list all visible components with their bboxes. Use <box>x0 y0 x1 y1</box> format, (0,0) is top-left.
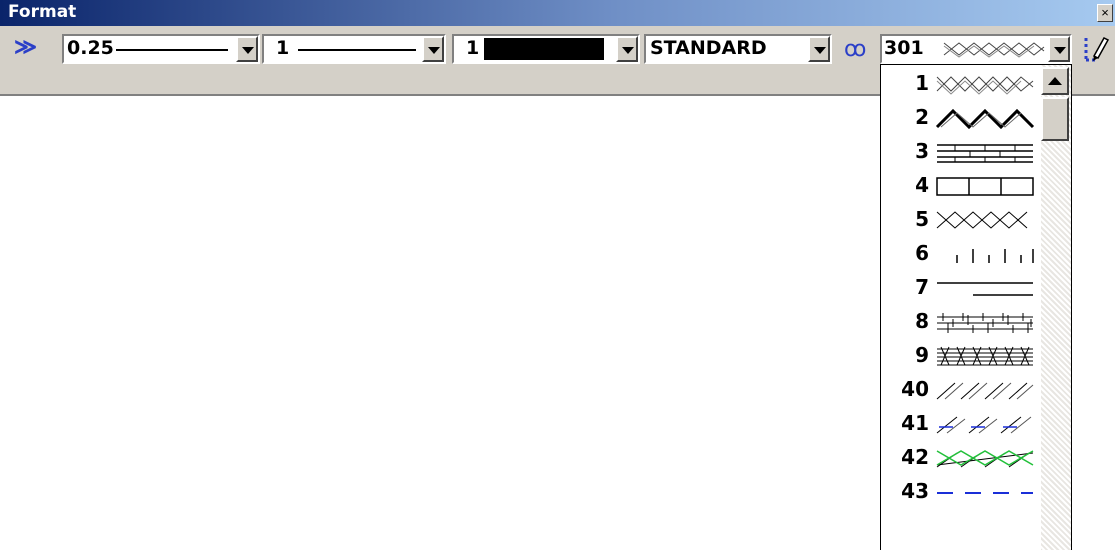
list-item-40[interactable]: 40 <box>881 373 1041 407</box>
list-item-6[interactable]: 6 <box>881 237 1041 271</box>
ticks-pattern-icon <box>956 249 1034 263</box>
color-combo[interactable]: 1 <box>452 34 640 64</box>
solid-line-icon <box>298 49 416 51</box>
zigzag-cross-icon <box>943 42 1045 58</box>
line-weight-dropdown-button[interactable] <box>236 36 258 62</box>
list-item-9[interactable]: 9 <box>881 339 1041 373</box>
line-style-dropdown-button[interactable] <box>422 36 444 62</box>
diagonals-blue-ticks-pattern-icon <box>936 416 1032 434</box>
expand-more-icon[interactable]: ≫ <box>14 34 37 60</box>
list-item-label: 43 <box>901 479 929 503</box>
list-item-7[interactable]: 7 <box>881 271 1041 305</box>
hatch-pattern-value: 301 <box>884 37 924 59</box>
boxes-pattern-icon <box>936 177 1034 196</box>
line-style-value: 1 <box>276 37 290 59</box>
list-item-5[interactable]: 5 <box>881 203 1041 237</box>
cross-hatch-pattern-icon <box>936 76 1034 95</box>
list-item-label: 5 <box>915 207 929 231</box>
list-item-label: 8 <box>915 309 929 333</box>
hatch-pattern-dropdown-button[interactable] <box>1048 36 1070 62</box>
blue-dashes-pattern-icon <box>937 492 1033 494</box>
dropdown-scrollbar[interactable] <box>1041 65 1071 550</box>
list-item-label: 42 <box>901 445 929 469</box>
list-item-label: 3 <box>915 139 929 163</box>
weave-fine-pattern-icon <box>937 313 1033 333</box>
scroll-thumb[interactable] <box>1041 97 1069 141</box>
list-item-label: 41 <box>901 411 929 435</box>
list-item-label: 6 <box>915 241 929 265</box>
list-item-label: 2 <box>915 105 929 129</box>
list-item-41[interactable]: 41 <box>881 407 1041 441</box>
list-item-42[interactable]: 42 <box>881 441 1041 475</box>
list-item-3[interactable]: 3 <box>881 135 1041 169</box>
line-weight-value: 0.25 <box>67 37 114 59</box>
text-style-combo[interactable]: STANDARD <box>644 34 832 64</box>
list-item-8[interactable]: 8 <box>881 305 1041 339</box>
line-weight-combo[interactable]: 0.25 <box>62 34 260 64</box>
diagonals-green-x-pattern-icon <box>936 450 1034 468</box>
list-item-2[interactable]: 2 <box>881 101 1041 135</box>
window-title: Format <box>8 2 77 22</box>
diamond-x-pattern-icon <box>936 211 1028 229</box>
list-item-label: 7 <box>915 275 929 299</box>
text-style-value: STANDARD <box>650 37 767 59</box>
weave-dense-pattern-icon <box>937 346 1033 366</box>
list-item-label: 4 <box>915 173 929 197</box>
color-dropdown-button[interactable] <box>616 36 638 62</box>
color-value: 1 <box>466 37 480 59</box>
list-item-43[interactable]: 43 <box>881 475 1041 509</box>
list-item-1[interactable]: 1 <box>881 67 1041 101</box>
step-line-pattern-icon <box>937 282 1033 296</box>
close-button[interactable]: × <box>1097 4 1113 22</box>
color-swatch <box>484 38 604 60</box>
list-item-label: 9 <box>915 343 929 367</box>
hatch-pattern-dropdown-list[interactable]: 1 2 3 4 5 6 7 8 9 40 41 42 43 <box>880 64 1072 550</box>
diagonals-pattern-icon <box>936 382 1034 400</box>
list-item-4[interactable]: 4 <box>881 169 1041 203</box>
zigzag-pattern-icon <box>935 108 1035 129</box>
pencil-icon[interactable] <box>1082 34 1110 64</box>
title-bar[interactable]: Format × <box>0 0 1115 26</box>
line-style-combo[interactable]: 1 <box>262 34 446 64</box>
scroll-up-button[interactable] <box>1041 67 1069 95</box>
text-style-dropdown-button[interactable] <box>808 36 830 62</box>
brick-pattern-icon <box>937 144 1033 163</box>
link-icon[interactable]: ꝏ <box>844 36 866 62</box>
hatch-pattern-combo[interactable]: 301 <box>880 34 1072 64</box>
solid-line-icon <box>116 49 228 51</box>
list-item-label: 40 <box>901 377 929 401</box>
list-item-label: 1 <box>915 71 929 95</box>
